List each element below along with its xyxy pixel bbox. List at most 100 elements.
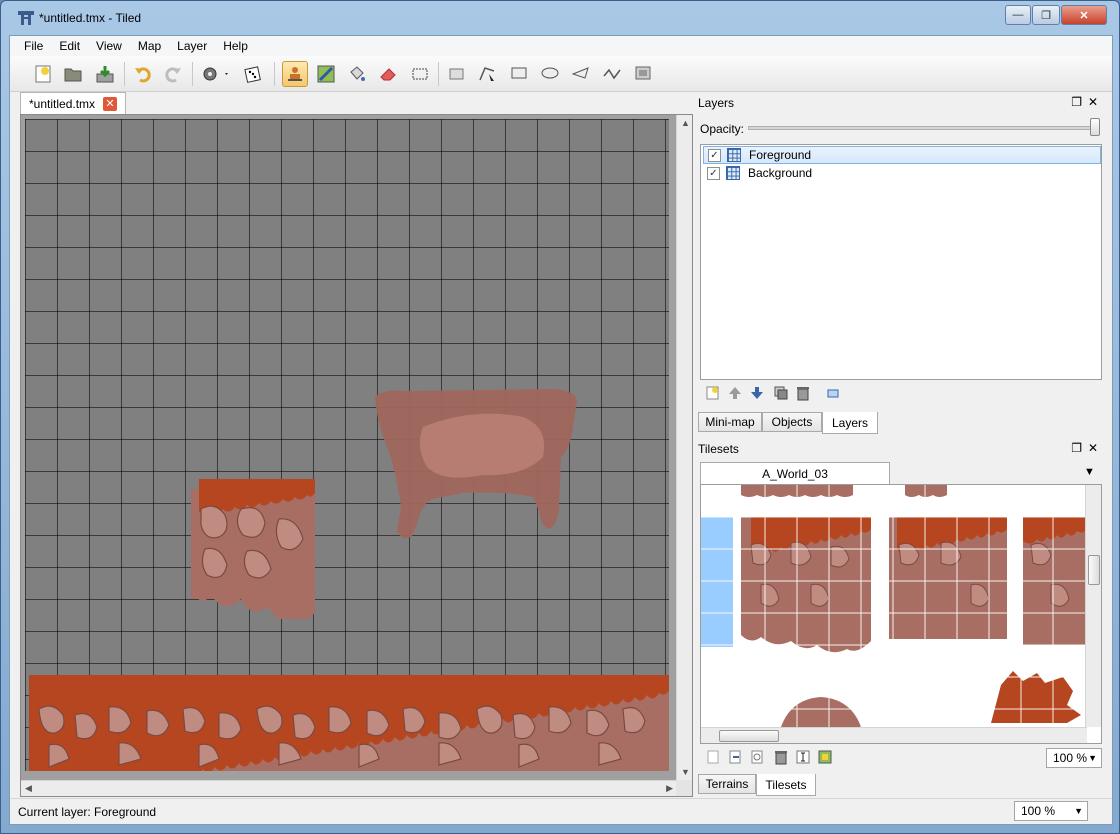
delete-tileset-icon[interactable] <box>772 748 790 766</box>
current-layer-status: Current layer: Foreground <box>18 805 157 819</box>
tilesets-dock: Tilesets ❐✕ A_World_03 ▼ 100 % ▼ Terrain… <box>696 438 1112 798</box>
new-tileset-icon[interactable] <box>704 748 722 766</box>
lower-layer-icon[interactable] <box>748 384 766 402</box>
tileset-horizontal-scrollbar[interactable] <box>701 727 1087 743</box>
map-zoom-combo[interactable]: 100 % ▼ <box>1014 801 1088 821</box>
add-layer-icon[interactable] <box>704 384 722 402</box>
tilesets-dock-title: Tilesets ❐✕ <box>696 440 1106 458</box>
layer-properties-icon[interactable] <box>824 384 842 402</box>
tiled-app-icon <box>18 11 34 25</box>
menu-map[interactable]: Map <box>130 39 169 53</box>
ground-strip <box>29 675 669 771</box>
map-vertical-scrollbar[interactable]: ▲ ▼ <box>676 115 692 780</box>
map-zoom-value: 100 % <box>1021 804 1056 818</box>
redo-icon[interactable] <box>160 61 186 87</box>
select-objects-icon[interactable] <box>444 61 470 87</box>
tileset-zoom-combo[interactable]: 100 % ▼ <box>1046 748 1102 768</box>
menu-bar: File Edit View Map Layer Help <box>10 36 1112 56</box>
layer-row-foreground[interactable]: ✓ Foreground <box>703 146 1101 164</box>
tab-layers[interactable]: Layers <box>822 412 878 434</box>
map-canvas[interactable] <box>25 119 669 771</box>
rectangle-select-icon[interactable] <box>407 61 433 87</box>
tileset-view[interactable] <box>700 484 1102 744</box>
layers-dock: Layers ❐✕ Opacity: ✓ Foreground ✓ Backgr… <box>696 92 1112 436</box>
insert-polyline-icon[interactable] <box>599 61 625 87</box>
scroll-thumb[interactable] <box>1088 555 1100 585</box>
main-window: *untitled.tmx - Tiled — ❐ ✕ File Edit Vi… <box>0 0 1120 834</box>
scroll-down-arrow-icon[interactable]: ▼ <box>681 767 690 777</box>
layer-row-background[interactable]: ✓ Background <box>703 164 1101 182</box>
tileset-tab[interactable]: A_World_03 <box>700 462 890 484</box>
tab-mini-map[interactable]: Mini-map <box>698 412 762 432</box>
bucket-fill-icon[interactable] <box>344 61 370 87</box>
rename-tileset-icon[interactable] <box>794 748 812 766</box>
menu-layer[interactable]: Layer <box>169 39 215 53</box>
terrain-brush-icon[interactable] <box>313 61 339 87</box>
dock-float-close-icons[interactable]: ❐✕ <box>1071 441 1104 455</box>
rock-column <box>191 479 315 619</box>
delete-layer-icon[interactable] <box>794 384 812 402</box>
scrollbar-corner <box>676 780 692 796</box>
edit-polygons-icon[interactable] <box>474 61 500 87</box>
new-map-icon[interactable] <box>30 61 56 87</box>
raise-layer-icon[interactable] <box>726 384 744 402</box>
scroll-up-arrow-icon[interactable]: ▲ <box>681 118 690 128</box>
scroll-thumb[interactable] <box>719 730 779 742</box>
menu-view[interactable]: View <box>88 39 130 53</box>
tileset-properties-icon[interactable] <box>816 748 834 766</box>
layer-visibility-checkbox[interactable]: ✓ <box>708 148 721 162</box>
layer-name: Foreground <box>749 148 812 162</box>
menu-edit[interactable]: Edit <box>51 39 88 53</box>
tab-terrains[interactable]: Terrains <box>698 774 756 794</box>
dropdown-arrow-icon: ▼ <box>1088 753 1097 763</box>
scroll-left-arrow-icon[interactable]: ◀ <box>25 783 32 794</box>
close-window-button[interactable]: ✕ <box>1061 5 1107 25</box>
map-horizontal-scrollbar[interactable]: ◀ ▶ <box>21 780 677 796</box>
tileset-image[interactable] <box>701 485 1087 727</box>
status-bar: Current layer: Foreground 100 % ▼ <box>10 798 1112 824</box>
stamp-brush-icon[interactable] <box>282 61 308 87</box>
insert-tile-icon[interactable] <box>630 61 656 87</box>
toolbar-separator <box>438 62 439 86</box>
gears-icon[interactable] <box>198 61 234 87</box>
tileset-vertical-scrollbar[interactable] <box>1085 485 1101 727</box>
toolbar-separator <box>192 62 193 86</box>
opacity-slider[interactable] <box>748 126 1100 130</box>
dock-float-close-icons[interactable]: ❐✕ <box>1071 95 1104 109</box>
open-folder-icon[interactable] <box>60 61 86 87</box>
opacity-slider-handle[interactable] <box>1090 118 1100 136</box>
opacity-label: Opacity: <box>700 122 745 136</box>
tileset-menu-arrow-icon[interactable]: ▼ <box>1084 466 1095 478</box>
layer-visibility-checkbox[interactable]: ✓ <box>707 166 720 180</box>
import-tileset-icon[interactable] <box>726 748 744 766</box>
menu-file[interactable]: File <box>16 39 51 53</box>
layers-dock-title: Layers ❐✕ <box>696 94 1106 112</box>
save-icon[interactable] <box>92 61 118 87</box>
undo-icon[interactable] <box>130 61 156 87</box>
toolbar-separator <box>274 62 275 86</box>
insert-ellipse-icon[interactable] <box>537 61 563 87</box>
toolbar-separator <box>124 62 125 86</box>
insert-rectangle-icon[interactable] <box>506 61 532 87</box>
tile-layer-icon <box>726 166 740 180</box>
map-view[interactable]: ▲ ▼ ◀ ▶ <box>20 114 693 797</box>
minimize-button[interactable]: — <box>1005 5 1031 25</box>
document-tab[interactable]: *untitled.tmx ✕ <box>20 92 126 114</box>
client-area: File Edit View Map Layer Help *untitled.… <box>9 35 1113 825</box>
menu-help[interactable]: Help <box>215 39 256 53</box>
dice-icon[interactable] <box>240 61 266 87</box>
tileset-zoom-value: 100 % <box>1053 751 1088 765</box>
export-tileset-icon[interactable] <box>748 748 766 766</box>
duplicate-layer-icon[interactable] <box>772 384 790 402</box>
eraser-icon[interactable] <box>375 61 401 87</box>
tile-layer-icon <box>727 148 741 162</box>
close-tab-icon[interactable]: ✕ <box>103 97 117 111</box>
window-title: *untitled.tmx - Tiled <box>39 11 142 25</box>
tilesets-dock-label: Tilesets <box>698 442 739 456</box>
tab-objects[interactable]: Objects <box>762 412 822 432</box>
tab-tilesets[interactable]: Tilesets <box>756 774 816 796</box>
insert-polygon-icon[interactable] <box>568 61 594 87</box>
maximize-button[interactable]: ❐ <box>1032 5 1060 25</box>
main-toolbar <box>10 56 1112 92</box>
scroll-right-arrow-icon[interactable]: ▶ <box>666 783 673 794</box>
